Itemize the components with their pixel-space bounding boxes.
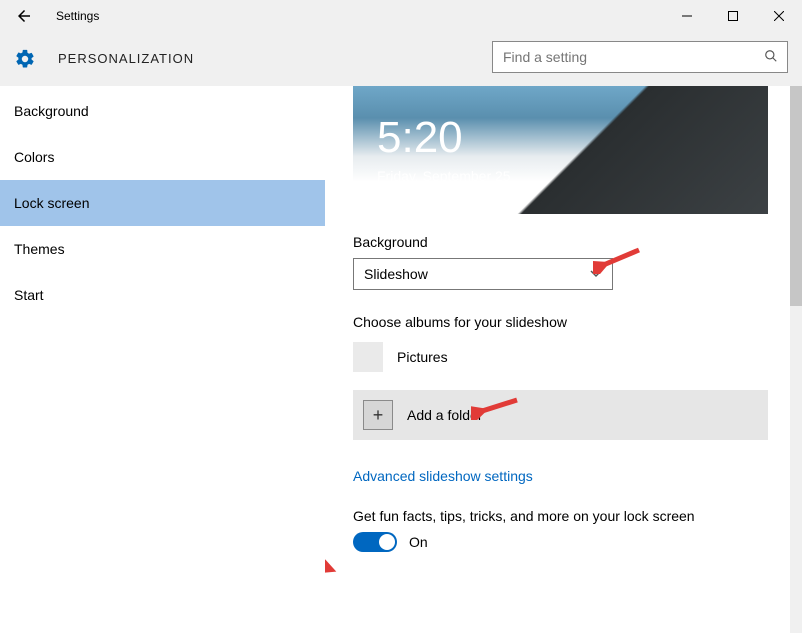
add-folder-button[interactable]: + Add a folder xyxy=(353,390,768,440)
search-input[interactable] xyxy=(493,49,755,65)
album-thumbnail xyxy=(353,342,383,372)
sidebar-item-themes[interactable]: Themes xyxy=(0,226,325,272)
scrollbar[interactable] xyxy=(790,86,802,633)
header: PERSONALIZATION xyxy=(0,32,802,86)
album-name: Pictures xyxy=(397,349,448,365)
sidebar: Background Colors Lock screen Themes Sta… xyxy=(0,86,325,633)
sidebar-item-label: Lock screen xyxy=(14,195,89,211)
chevron-down-icon xyxy=(590,267,602,281)
lockscreen-preview-time: 5:20 xyxy=(377,116,463,160)
maximize-button[interactable] xyxy=(710,0,756,32)
sidebar-item-lock-screen[interactable]: Lock screen xyxy=(0,180,325,226)
gear-icon xyxy=(14,48,36,70)
arrow-left-icon xyxy=(15,7,33,25)
lockscreen-preview-date: Friday, September 25 xyxy=(377,168,511,184)
sidebar-item-background[interactable]: Background xyxy=(0,88,325,134)
funfacts-toggle[interactable] xyxy=(353,532,397,552)
add-folder-label: Add a folder xyxy=(407,407,483,423)
lockscreen-preview: 5:20 Friday, September 25 xyxy=(353,86,768,214)
sidebar-item-label: Colors xyxy=(14,149,54,165)
window-controls xyxy=(664,0,802,32)
sidebar-item-start[interactable]: Start xyxy=(0,272,325,318)
titlebar: Settings xyxy=(0,0,802,32)
advanced-slideshow-link[interactable]: Advanced slideshow settings xyxy=(353,468,533,484)
minimize-button[interactable] xyxy=(664,0,710,32)
maximize-icon xyxy=(728,11,738,21)
album-item[interactable]: Pictures xyxy=(353,340,768,374)
minimize-icon xyxy=(682,11,692,21)
plus-icon: + xyxy=(363,400,393,430)
back-button[interactable] xyxy=(0,0,48,32)
sidebar-item-colors[interactable]: Colors xyxy=(0,134,325,180)
search-box[interactable] xyxy=(492,41,788,73)
sidebar-item-label: Start xyxy=(14,287,44,303)
window-title: Settings xyxy=(48,9,99,23)
background-dropdown[interactable]: Slideshow xyxy=(353,258,613,290)
close-icon xyxy=(774,11,784,21)
content-panel: 5:20 Friday, September 25 Background Sli… xyxy=(325,86,790,633)
sidebar-item-label: Background xyxy=(14,103,89,119)
toggle-knob xyxy=(379,534,395,550)
sidebar-item-label: Themes xyxy=(14,241,65,257)
search-icon xyxy=(755,49,787,66)
albums-label: Choose albums for your slideshow xyxy=(353,314,768,330)
funfacts-label: Get fun facts, tips, tricks, and more on… xyxy=(353,508,768,524)
background-label: Background xyxy=(353,234,768,250)
close-button[interactable] xyxy=(756,0,802,32)
funfacts-toggle-state: On xyxy=(409,534,428,550)
annotation-arrow xyxy=(325,546,337,576)
background-dropdown-value: Slideshow xyxy=(364,266,428,282)
scrollbar-thumb[interactable] xyxy=(790,86,802,306)
category-title: PERSONALIZATION xyxy=(58,51,194,66)
